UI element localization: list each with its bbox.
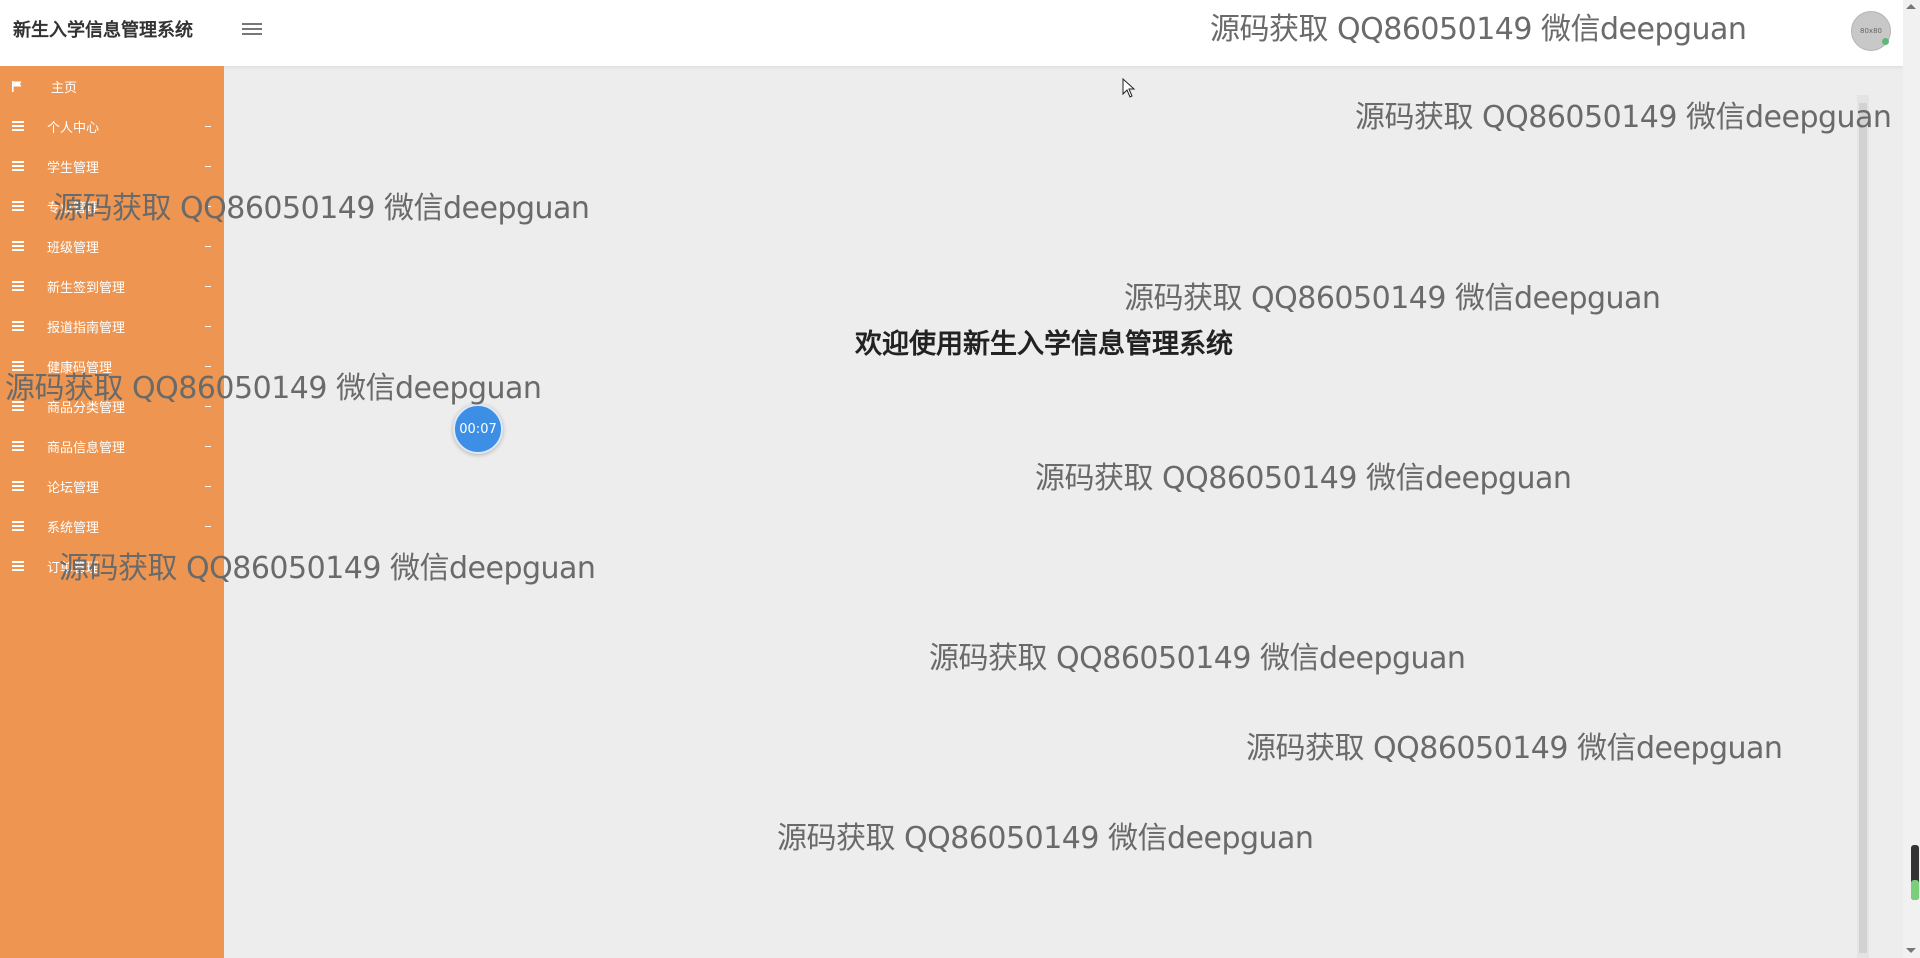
sidebar-item-forum[interactable]: 论坛管理 (0, 466, 224, 506)
scrollbar-indicator (1911, 880, 1919, 900)
sidebar-item-home[interactable]: 主页 (0, 66, 224, 106)
expand-icon (205, 206, 211, 207)
sidebar-item-label: 个人中心 (47, 120, 100, 136)
list-icon (12, 279, 24, 293)
list-icon (12, 359, 24, 373)
top-header: 新生入学信息管理系统 80x80 (0, 0, 1920, 66)
expand-icon (205, 446, 211, 447)
hamburger-icon[interactable] (242, 20, 262, 38)
expand-icon (205, 366, 211, 367)
window-scrollbar[interactable] (1903, 0, 1920, 958)
list-icon (12, 399, 24, 413)
content-scrollbar-thumb[interactable] (1859, 103, 1867, 953)
sidebar-item-checkin[interactable]: 新生签到管理 (0, 266, 224, 306)
list-icon (12, 439, 24, 453)
online-status-dot (1882, 38, 1889, 45)
list-icon (12, 479, 24, 493)
expand-icon (205, 486, 211, 487)
expand-icon (205, 526, 211, 527)
expand-icon (205, 406, 211, 407)
sidebar-item-label: 主页 (51, 80, 78, 96)
list-icon (12, 199, 24, 213)
sidebar-item-label: 学生管理 (47, 160, 100, 176)
mouse-cursor-icon (1122, 78, 1136, 98)
app-title: 新生入学信息管理系统 (13, 20, 193, 41)
main-content: 欢迎使用新生入学信息管理系统 (224, 66, 1903, 958)
list-icon (12, 159, 24, 173)
sidebar-item-label: 商品信息管理 (47, 440, 126, 456)
sidebar-item-label: 健康码管理 (47, 360, 113, 376)
content-scrollbar[interactable] (1857, 95, 1869, 958)
expand-icon (205, 326, 211, 327)
list-icon (12, 119, 24, 133)
list-icon (12, 559, 24, 573)
avatar[interactable]: 80x80 (1851, 11, 1891, 51)
sidebar-item-label: 商品分类管理 (47, 400, 126, 416)
sidebar-item-product-category[interactable]: 商品分类管理 (0, 386, 224, 426)
sidebar-item-guide[interactable]: 报道指南管理 (0, 306, 224, 346)
sidebar-item-label: 订单管理 (47, 560, 100, 576)
sidebar-item-students[interactable]: 学生管理 (0, 146, 224, 186)
expand-icon (205, 286, 211, 287)
sidebar-item-health-code[interactable]: 健康码管理 (0, 346, 224, 386)
expand-icon (205, 246, 211, 247)
sidebar-item-system[interactable]: 系统管理 (0, 506, 224, 546)
sidebar-item-label: 论坛管理 (47, 480, 100, 496)
sidebar-item-personal-center[interactable]: 个人中心 (0, 106, 224, 146)
sidebar-item-label: 班级管理 (47, 240, 100, 256)
sidebar-item-label: 新生签到管理 (47, 280, 126, 296)
flag-icon (12, 80, 22, 92)
timer-badge[interactable]: 00:07 (453, 404, 503, 454)
expand-icon (205, 166, 211, 167)
sidebar-item-product-info[interactable]: 商品信息管理 (0, 426, 224, 466)
list-icon (12, 319, 24, 333)
sidebar-item-label: 专业管理 (47, 200, 100, 216)
sidebar-item-majors[interactable]: 专业管理 (0, 186, 224, 226)
scroll-down-icon[interactable] (1906, 948, 1916, 953)
scroll-up-icon[interactable] (1906, 4, 1916, 9)
sidebar-item-label: 系统管理 (47, 520, 100, 536)
welcome-heading: 欢迎使用新生入学信息管理系统 (855, 329, 1233, 360)
expand-icon (205, 126, 211, 127)
list-icon (12, 519, 24, 533)
list-icon (12, 239, 24, 253)
sidebar-item-classes[interactable]: 班级管理 (0, 226, 224, 266)
sidebar-item-orders[interactable]: 订单管理 (0, 546, 224, 586)
sidebar-item-label: 报道指南管理 (47, 320, 126, 336)
sidebar: 主页 个人中心 学生管理 专业管理 班级管理 新生签到管理 报道指南管理 健康码… (0, 66, 224, 958)
avatar-text: 80x80 (1860, 27, 1882, 35)
